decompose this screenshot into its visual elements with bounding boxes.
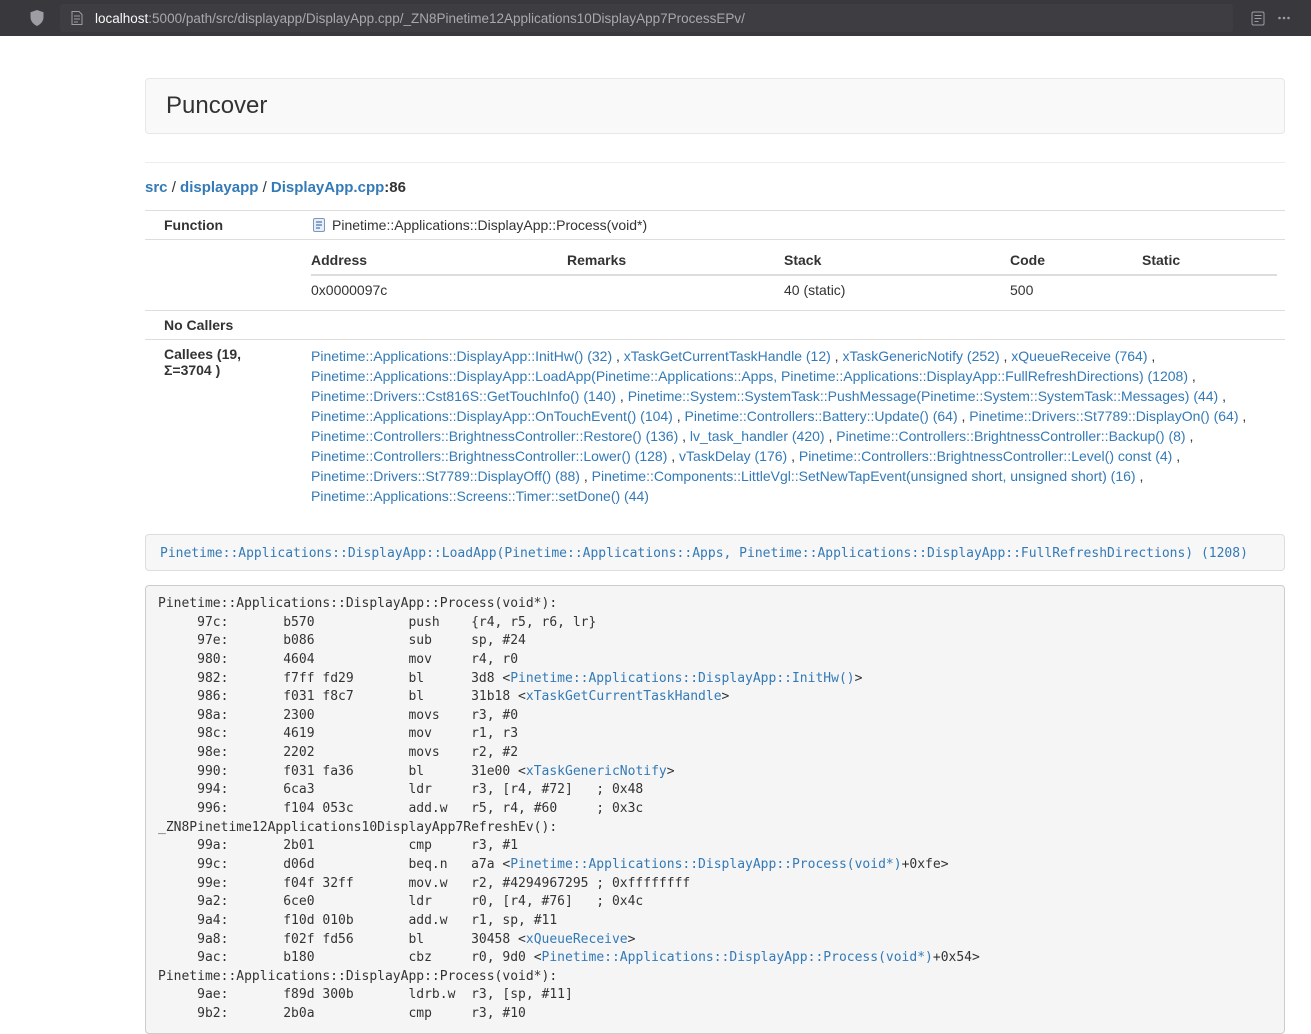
static-value	[1130, 275, 1277, 304]
column-header-stack: Stack	[772, 246, 998, 275]
column-header-static: Static	[1130, 246, 1277, 275]
callee-link[interactable]: Pinetime::System::SystemTask::PushMessag…	[628, 388, 1219, 404]
function-table: Function Pinetime::Applications::Display…	[145, 210, 1285, 512]
url-bar[interactable]: localhost:5000/path/src/displayapp/Displ…	[60, 4, 1233, 32]
detail-header-row: Address Remarks Stack Code Static	[311, 246, 1277, 275]
code-symbol-link[interactable]: xTaskGenericNotify	[526, 764, 667, 779]
shield-icon[interactable]	[24, 5, 50, 31]
url-text: localhost:5000/path/src/displayapp/Displ…	[95, 11, 745, 26]
code-symbol-link[interactable]: Pinetime::Applications::DisplayApp::Proc…	[542, 950, 933, 965]
callee-link[interactable]: xQueueReceive (764)	[1011, 348, 1147, 364]
function-row: Function Pinetime::Applications::Display…	[145, 211, 1285, 240]
kebab-menu-icon[interactable]	[1271, 5, 1297, 31]
callee-link[interactable]: Pinetime::Applications::DisplayApp::OnTo…	[311, 408, 673, 424]
selected-symbol-box: Pinetime::Applications::DisplayApp::Load…	[145, 534, 1285, 571]
callee-link[interactable]: Pinetime::Drivers::St7789::DisplayOff() …	[311, 468, 580, 484]
remarks-value	[555, 275, 772, 304]
breadcrumb-line-number: :86	[384, 179, 406, 196]
app-header-panel: Puncover	[145, 78, 1285, 134]
breadcrumb-link[interactable]: DisplayApp.cpp	[271, 179, 384, 196]
callee-link[interactable]: Pinetime::Controllers::BrightnessControl…	[311, 428, 678, 444]
breadcrumb-link[interactable]: displayapp	[180, 179, 258, 196]
page-container: Puncover src / displayapp / DisplayApp.c…	[145, 78, 1285, 1034]
callee-link[interactable]: Pinetime::Components::LittleVgl::SetNewT…	[592, 468, 1136, 484]
url-host: localhost	[95, 11, 148, 26]
column-header-code: Code	[998, 246, 1130, 275]
browser-toolbar: localhost:5000/path/src/displayapp/Displ…	[0, 0, 1311, 36]
detail-row: Address Remarks Stack Code Static 0x0000…	[145, 240, 1285, 311]
breadcrumb-link[interactable]: src	[145, 179, 168, 196]
callee-link[interactable]: Pinetime::Applications::Screens::Timer::…	[311, 488, 649, 504]
no-callers-label: No Callers	[145, 311, 292, 340]
column-header-remarks: Remarks	[555, 246, 772, 275]
callees-list: Pinetime::Applications::DisplayApp::Init…	[292, 340, 1285, 513]
code-symbol-link[interactable]: xQueueReceive	[526, 932, 628, 947]
code-size-value: 500	[998, 275, 1130, 304]
callee-link[interactable]: lv_task_handler (420)	[690, 428, 825, 444]
callee-link[interactable]: Pinetime::Drivers::Cst816S::GetTouchInfo…	[311, 388, 616, 404]
breadcrumb-separator: /	[168, 179, 181, 196]
url-path: :5000/path/src/displayapp/DisplayApp.cpp…	[148, 11, 745, 26]
callee-link[interactable]: vTaskDelay (176)	[679, 448, 787, 464]
callee-link[interactable]: xTaskGenericNotify (252)	[842, 348, 999, 364]
breadcrumb-separator: /	[258, 179, 271, 196]
callees-label: Callees (19, Σ=3704 )	[145, 340, 292, 513]
function-detail-table: Address Remarks Stack Code Static 0x0000…	[311, 246, 1277, 304]
detail-value-row: 0x0000097c 40 (static) 500	[311, 275, 1277, 304]
selected-symbol-link[interactable]: Pinetime::Applications::DisplayApp::Load…	[160, 546, 1248, 561]
callee-link[interactable]: xTaskGetCurrentTaskHandle (12)	[624, 348, 831, 364]
callee-link[interactable]: Pinetime::Applications::DisplayApp::Load…	[311, 368, 1188, 384]
code-block: Pinetime::Applications::DisplayApp::Proc…	[145, 585, 1285, 1034]
reader-view-icon[interactable]	[1245, 5, 1271, 31]
address-value: 0x0000097c	[311, 275, 555, 304]
callees-row: Callees (19, Σ=3704 ) Pinetime::Applicat…	[145, 340, 1285, 513]
function-icon	[311, 217, 327, 233]
page-info-icon[interactable]	[68, 9, 86, 27]
code-symbol-link[interactable]: xTaskGetCurrentTaskHandle	[526, 689, 722, 704]
stack-value: 40 (static)	[772, 275, 998, 304]
column-header-address: Address	[311, 246, 555, 275]
code-symbol-link[interactable]: Pinetime::Applications::DisplayApp::Proc…	[510, 857, 901, 872]
function-name: Pinetime::Applications::DisplayApp::Proc…	[332, 217, 647, 233]
callee-link[interactable]: Pinetime::Drivers::St7789::DisplayOn() (…	[969, 408, 1238, 424]
callee-link[interactable]: Pinetime::Controllers::BrightnessControl…	[799, 448, 1172, 464]
divider	[145, 162, 1285, 163]
no-callers-row: No Callers	[145, 311, 1285, 340]
callee-link[interactable]: Pinetime::Applications::DisplayApp::Init…	[311, 348, 612, 364]
callee-link[interactable]: Pinetime::Controllers::Battery::Update()…	[685, 408, 958, 424]
page-title: Puncover	[166, 92, 1264, 120]
function-label: Function	[145, 211, 292, 240]
callee-link[interactable]: Pinetime::Controllers::BrightnessControl…	[836, 428, 1185, 444]
breadcrumb: src / displayapp / DisplayApp.cpp:86	[145, 179, 1285, 196]
code-symbol-link[interactable]: Pinetime::Applications::DisplayApp::Init…	[510, 671, 854, 686]
callee-link[interactable]: Pinetime::Controllers::BrightnessControl…	[311, 448, 667, 464]
